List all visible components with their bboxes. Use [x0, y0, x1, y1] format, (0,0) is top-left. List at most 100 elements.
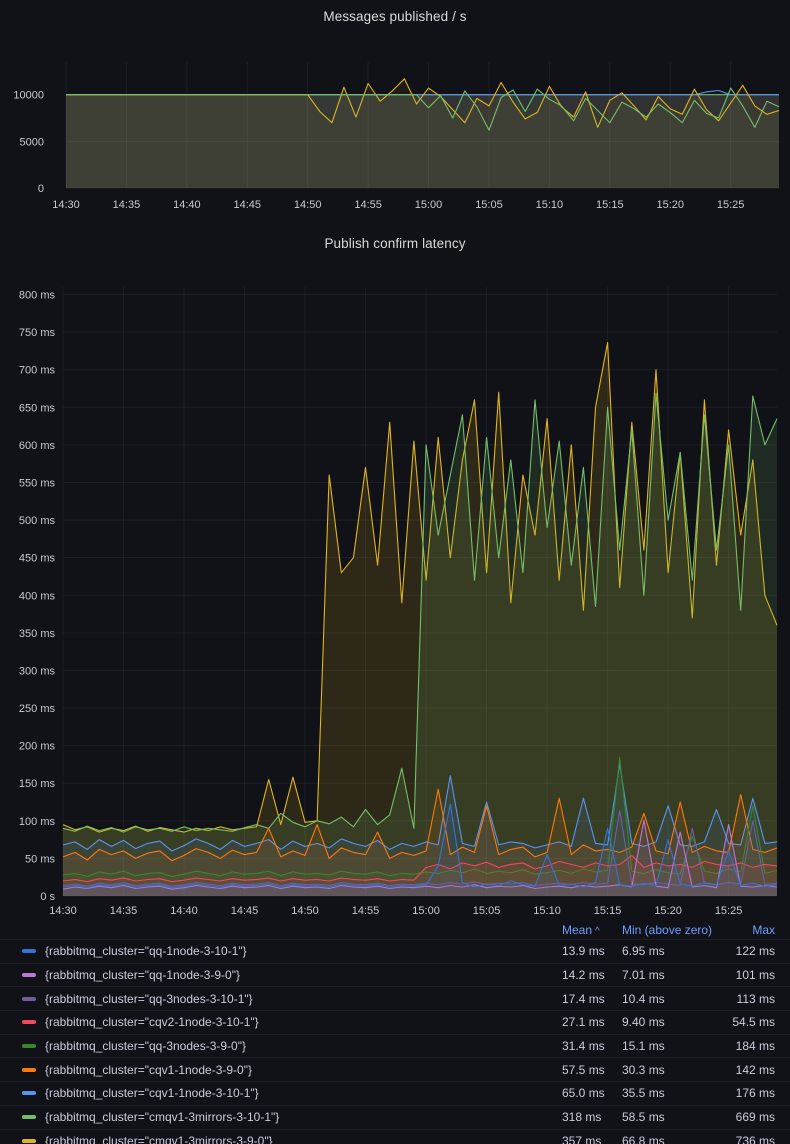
legend-row[interactable]: {rabbitmq_cluster="cmqv1-3mirrors-3-9-0"… [0, 1129, 790, 1144]
y-axis-labels-chart2: 800 ms750 ms700 ms650 ms600 ms550 ms500 … [19, 290, 56, 903]
svg-text:0: 0 [38, 183, 44, 195]
svg-text:450 ms: 450 ms [19, 553, 56, 565]
legend-row[interactable]: {rabbitmq_cluster="qq-3nodes-3-10-1"} 17.… [0, 986, 790, 1010]
legend-row[interactable]: {rabbitmq_cluster="cqv2-1node-3-10-1"} 27… [0, 1010, 790, 1034]
svg-text:15:25: 15:25 [717, 199, 745, 211]
legend-row[interactable]: {rabbitmq_cluster="qq-1node-3-9-0"} 14.2 … [0, 963, 790, 987]
series-color-swatch[interactable] [22, 1068, 36, 1072]
series-name[interactable]: {rabbitmq_cluster="cqv2-1node-3-10-1"} [45, 1015, 259, 1029]
series-max-value: 101 ms [736, 968, 775, 982]
series-max-value: 176 ms [736, 1086, 775, 1100]
svg-text:14:35: 14:35 [110, 905, 138, 917]
svg-text:15:00: 15:00 [412, 905, 440, 917]
series-min-value: 10.4 ms [622, 992, 665, 1006]
legend-row[interactable]: {rabbitmq_cluster="qq-1node-3-10-1"} 13.9… [0, 939, 790, 963]
legend-header-min[interactable]: Min (above zero) [622, 923, 712, 937]
svg-text:14:40: 14:40 [170, 905, 198, 917]
series-min-value: 7.01 ms [622, 968, 665, 982]
series-name[interactable]: {rabbitmq_cluster="cqv1-1node-3-10-1"} [45, 1086, 259, 1100]
y-axis-labels-chart1: 10000 5000 0 [13, 90, 44, 195]
svg-text:15:10: 15:10 [536, 199, 564, 211]
time-series-charts-canvas[interactable]: 100005000014:3014:3514:4014:4514:5014:55… [0, 0, 790, 920]
svg-text:700 ms: 700 ms [19, 365, 56, 377]
svg-text:10000: 10000 [13, 90, 44, 102]
series-color-swatch[interactable] [22, 1091, 36, 1095]
series-mean-value: 318 ms [562, 1110, 601, 1124]
svg-text:14:30: 14:30 [52, 199, 80, 211]
x-axis-labels-chart2: 14:3014:3514:4014:4514:5014:5515:0015:05… [49, 905, 742, 917]
svg-text:14:50: 14:50 [294, 199, 322, 211]
series-name[interactable]: {rabbitmq_cluster="cqv1-1node-3-9-0"} [45, 1063, 252, 1077]
svg-text:14:35: 14:35 [113, 199, 141, 211]
series-min-value: 58.5 ms [622, 1110, 665, 1124]
svg-text:15:15: 15:15 [596, 199, 624, 211]
series-min-value: 6.95 ms [622, 944, 665, 958]
series-min-value: 15.1 ms [622, 1039, 665, 1053]
series-mean-value: 65.0 ms [562, 1086, 605, 1100]
svg-text:15:25: 15:25 [715, 905, 743, 917]
series-name[interactable]: {rabbitmq_cluster="qq-3nodes-3-9-0"} [45, 1039, 246, 1053]
series-name[interactable]: {rabbitmq_cluster="cmqv1-3mirrors-3-9-0"… [45, 1134, 273, 1144]
series-color-swatch[interactable] [22, 997, 36, 1001]
x-axis-labels-chart1: 14:3014:3514:4014:4514:5014:5515:0015:05… [52, 199, 744, 211]
series-color-swatch[interactable] [22, 949, 36, 953]
svg-text:100 ms: 100 ms [19, 816, 56, 828]
svg-text:650 ms: 650 ms [19, 402, 56, 414]
series-mean-value: 357 ms [562, 1134, 601, 1144]
svg-text:250 ms: 250 ms [19, 703, 56, 715]
svg-text:800 ms: 800 ms [19, 290, 56, 302]
series-color-swatch[interactable] [22, 1115, 36, 1119]
series-name[interactable]: {rabbitmq_cluster="cmqv1-3mirrors-3-10-1… [45, 1110, 279, 1124]
series-name[interactable]: {rabbitmq_cluster="qq-3nodes-3-10-1"} [45, 992, 253, 1006]
series-mean-value: 17.4 ms [562, 992, 605, 1006]
svg-text:200 ms: 200 ms [19, 741, 56, 753]
svg-text:14:45: 14:45 [234, 199, 262, 211]
series-max-value: 142 ms [736, 1063, 775, 1077]
legend-row[interactable]: {rabbitmq_cluster="cqv1-1node-3-10-1"} 65… [0, 1081, 790, 1105]
series-color-swatch[interactable] [22, 1020, 36, 1024]
legend-header-row: Mean^ Min (above zero) Max [0, 920, 790, 939]
series-min-value: 30.3 ms [622, 1063, 665, 1077]
svg-text:350 ms: 350 ms [19, 628, 56, 640]
series-name[interactable]: {rabbitmq_cluster="qq-1node-3-9-0"} [45, 968, 240, 982]
series-mean-value: 13.9 ms [562, 944, 605, 958]
sort-ascending-icon: ^ [595, 926, 600, 937]
series-max-value: 113 ms [737, 992, 775, 1006]
svg-text:14:30: 14:30 [49, 905, 77, 917]
svg-text:5000: 5000 [20, 136, 44, 148]
series-mean-value: 31.4 ms [562, 1039, 605, 1053]
legend-row[interactable]: {rabbitmq_cluster="cqv1-1node-3-9-0"} 57.… [0, 1057, 790, 1081]
series-max-value: 54.5 ms [732, 1015, 775, 1029]
svg-text:15:00: 15:00 [415, 199, 443, 211]
svg-text:15:10: 15:10 [533, 905, 561, 917]
series-color-swatch[interactable] [22, 1139, 36, 1143]
svg-text:15:15: 15:15 [594, 905, 622, 917]
legend-row[interactable]: {rabbitmq_cluster="cmqv1-3mirrors-3-10-1… [0, 1105, 790, 1129]
series-max-value: 736 ms [736, 1134, 775, 1144]
svg-text:550 ms: 550 ms [19, 477, 56, 489]
svg-text:750 ms: 750 ms [19, 327, 56, 339]
series-min-value: 9.40 ms [622, 1015, 665, 1029]
latency-legend-table: Mean^ Min (above zero) Max {rabbitmq_clu… [0, 920, 790, 1144]
legend-header-max[interactable]: Max [752, 923, 775, 937]
svg-text:150 ms: 150 ms [19, 778, 56, 790]
series-name[interactable]: {rabbitmq_cluster="qq-1node-3-10-1"} [45, 944, 247, 958]
series-mean-value: 27.1 ms [562, 1015, 605, 1029]
svg-text:15:20: 15:20 [656, 199, 684, 211]
series-mean-value: 57.5 ms [562, 1063, 605, 1077]
legend-header-mean[interactable]: Mean^ [562, 923, 600, 937]
grafana-dashboard: Messages published / s Publish confirm l… [0, 0, 790, 1144]
series-color-swatch[interactable] [22, 1044, 36, 1048]
svg-text:400 ms: 400 ms [19, 590, 56, 602]
series-min-value: 66.8 ms [622, 1134, 665, 1144]
svg-text:300 ms: 300 ms [19, 665, 56, 677]
series-cqv1-1node-3-10-1 [66, 91, 779, 95]
series-color-swatch[interactable] [22, 973, 36, 977]
svg-text:14:40: 14:40 [173, 199, 201, 211]
series-mean-value: 14.2 ms [562, 968, 605, 982]
svg-text:0 s: 0 s [40, 891, 55, 903]
svg-text:15:20: 15:20 [654, 905, 682, 917]
legend-row[interactable]: {rabbitmq_cluster="qq-3nodes-3-9-0"} 31.4… [0, 1034, 790, 1058]
svg-text:600 ms: 600 ms [19, 440, 56, 452]
svg-text:14:50: 14:50 [291, 905, 319, 917]
